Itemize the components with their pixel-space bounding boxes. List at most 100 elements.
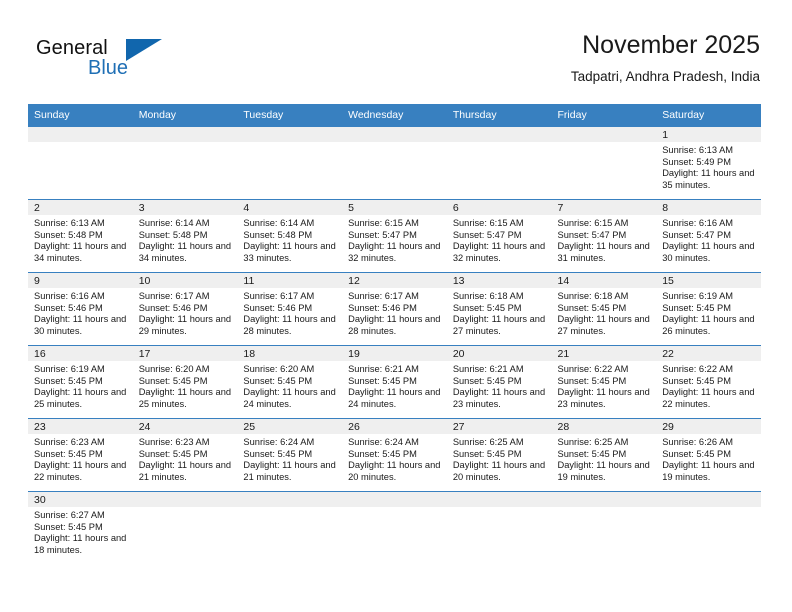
- calendar-day-cell-empty: [342, 491, 447, 564]
- day-number: 4: [237, 200, 343, 215]
- daylight-text: Daylight: 11 hours and 21 minutes.: [138, 460, 232, 482]
- daylight-text: Daylight: 11 hours and 20 minutes.: [348, 460, 441, 482]
- calendar-day-cell[interactable]: 21 Sunrise: 6:22 AM Sunset: 5:45 PM Dayligh…: [551, 345, 657, 419]
- calendar-day-cell-empty: [551, 491, 657, 564]
- calendar-day-cell[interactable]: 2 Sunrise: 6:13 AM Sunset: 5:48 PM Daylight…: [28, 199, 133, 273]
- calendar-day-cell-inner: [342, 492, 447, 564]
- calendar-day-cell[interactable]: 12 Sunrise: 6:17 AM Sunset: 5:46 PM Dayligh…: [342, 272, 447, 346]
- sunset-text: Sunset: 5:46 PM: [348, 302, 417, 313]
- calendar-day-cell[interactable]: 1 Sunrise: 6:13 AM Sunset: 5:49 PM Daylight…: [656, 127, 761, 200]
- calendar-day-cell[interactable]: 30 Sunrise: 6:27 AM Sunset: 5:45 PM Dayligh…: [28, 491, 133, 564]
- calendar-day-cell-inner: [551, 127, 657, 199]
- sunset-text: Sunset: 5:46 PM: [243, 302, 313, 313]
- calendar-day-cell-inner: [237, 127, 343, 199]
- calendar-day-cell[interactable]: 28 Sunrise: 6:25 AM Sunset: 5:45 PM Dayligh…: [551, 418, 657, 492]
- sunrise-text: Sunrise: 6:27 AM: [34, 510, 105, 520]
- day-details: Sunrise: 6:17 AM Sunset: 5:46 PM Daylight:…: [342, 288, 447, 337]
- calendar-day-cell-inner: 20 Sunrise: 6:21 AM Sunset: 5:45 PM Dayligh…: [446, 346, 552, 418]
- day-number: 27: [446, 419, 552, 434]
- sunrise-text: Sunrise: 6:17 AM: [348, 291, 419, 301]
- day-number: 7: [551, 200, 657, 215]
- calendar-day-cell[interactable]: 8 Sunrise: 6:16 AM Sunset: 5:47 PM Daylight…: [656, 199, 761, 273]
- calendar-day-cell[interactable]: 3 Sunrise: 6:14 AM Sunset: 5:48 PM Daylight…: [132, 199, 238, 273]
- daylight-text: Daylight: 11 hours and 18 minutes.: [34, 533, 127, 555]
- calendar-day-cell-inner: 9 Sunrise: 6:16 AM Sunset: 5:46 PM Daylight…: [28, 273, 133, 345]
- day-details: Sunrise: 6:15 AM Sunset: 5:47 PM Daylight:…: [552, 215, 657, 264]
- daylight-text: Daylight: 11 hours and 28 minutes.: [348, 314, 441, 336]
- day-details: Sunrise: 6:27 AM Sunset: 5:45 PM Daylight:…: [28, 507, 133, 556]
- weekday-header-wednesday: Wednesday: [342, 104, 447, 127]
- calendar-day-cell-inner: 29 Sunrise: 6:26 AM Sunset: 5:45 PM Dayligh…: [656, 419, 761, 491]
- day-details: Sunrise: 6:22 AM Sunset: 5:45 PM Daylight:…: [656, 361, 761, 410]
- calendar-day-cell-inner: 1 Sunrise: 6:13 AM Sunset: 5:49 PM Daylight…: [656, 127, 761, 199]
- general-blue-logo[interactable]: General Blue: [36, 37, 236, 89]
- calendar-day-cell[interactable]: 9 Sunrise: 6:16 AM Sunset: 5:46 PM Daylight…: [28, 272, 133, 346]
- calendar-day-cell[interactable]: 22 Sunrise: 6:22 AM Sunset: 5:45 PM Dayligh…: [656, 345, 761, 419]
- weekday-header-monday: Monday: [132, 104, 238, 127]
- calendar-day-cell[interactable]: 23 Sunrise: 6:23 AM Sunset: 5:45 PM Dayligh…: [28, 418, 133, 492]
- calendar-day-cell[interactable]: 25 Sunrise: 6:24 AM Sunset: 5:45 PM Dayligh…: [237, 418, 343, 492]
- calendar-day-cell-empty: [446, 491, 552, 564]
- calendar-day-cell-inner: 26 Sunrise: 6:24 AM Sunset: 5:45 PM Dayligh…: [342, 419, 447, 491]
- calendar-day-cell[interactable]: 10 Sunrise: 6:17 AM Sunset: 5:46 PM Dayligh…: [132, 272, 238, 346]
- sunrise-text: Sunrise: 6:19 AM: [662, 291, 734, 301]
- calendar-day-cell[interactable]: 16 Sunrise: 6:19 AM Sunset: 5:45 PM Dayligh…: [28, 345, 133, 419]
- day-details: Sunrise: 6:23 AM Sunset: 5:45 PM Daylight:…: [28, 434, 133, 483]
- day-number: 29: [656, 419, 761, 434]
- sunset-text: Sunset: 5:45 PM: [138, 448, 208, 459]
- calendar-day-cell-empty: [551, 127, 657, 200]
- calendar-day-cell[interactable]: 24 Sunrise: 6:23 AM Sunset: 5:45 PM Dayligh…: [132, 418, 238, 492]
- day-details: Sunrise: 6:16 AM Sunset: 5:47 PM Daylight:…: [656, 215, 761, 264]
- sunset-text: Sunset: 5:46 PM: [34, 302, 103, 313]
- day-number: [28, 127, 133, 142]
- day-number: 26: [342, 419, 447, 434]
- calendar-day-cell[interactable]: 11 Sunrise: 6:17 AM Sunset: 5:46 PM Dayligh…: [237, 272, 343, 346]
- day-number: [342, 492, 447, 507]
- sunset-text: Sunset: 5:45 PM: [243, 375, 313, 386]
- calendar-day-cell-inner: [551, 492, 657, 564]
- calendar-day-cell[interactable]: 13 Sunrise: 6:18 AM Sunset: 5:45 PM Dayligh…: [446, 272, 552, 346]
- daylight-text: Daylight: 11 hours and 32 minutes.: [452, 241, 546, 263]
- day-number: 22: [656, 346, 761, 361]
- sunrise-text: Sunrise: 6:16 AM: [662, 218, 734, 228]
- calendar-day-cell-inner: 22 Sunrise: 6:22 AM Sunset: 5:45 PM Dayligh…: [656, 346, 761, 418]
- calendar-day-cell[interactable]: 7 Sunrise: 6:15 AM Sunset: 5:47 PM Daylight…: [551, 199, 657, 273]
- calendar-day-cell-inner: 18 Sunrise: 6:20 AM Sunset: 5:45 PM Dayligh…: [237, 346, 343, 418]
- day-details: Sunrise: 6:15 AM Sunset: 5:47 PM Daylight:…: [447, 215, 552, 264]
- calendar-day-cell-inner: 4 Sunrise: 6:14 AM Sunset: 5:48 PM Daylight…: [237, 200, 343, 272]
- calendar-day-cell-inner: 12 Sunrise: 6:17 AM Sunset: 5:46 PM Dayligh…: [342, 273, 447, 345]
- calendar-day-cell[interactable]: 20 Sunrise: 6:21 AM Sunset: 5:45 PM Dayligh…: [446, 345, 552, 419]
- calendar-day-cell-empty: [446, 127, 552, 200]
- sunrise-text: Sunrise: 6:14 AM: [243, 218, 315, 228]
- calendar-day-cell-inner: 8 Sunrise: 6:16 AM Sunset: 5:47 PM Daylight…: [656, 200, 761, 272]
- calendar-day-cell[interactable]: 14 Sunrise: 6:18 AM Sunset: 5:45 PM Dayligh…: [551, 272, 657, 346]
- calendar-day-cell[interactable]: 15 Sunrise: 6:19 AM Sunset: 5:45 PM Dayligh…: [656, 272, 761, 346]
- calendar-day-cell[interactable]: 29 Sunrise: 6:26 AM Sunset: 5:45 PM Dayligh…: [656, 418, 761, 492]
- daylight-text: Daylight: 11 hours and 28 minutes.: [243, 314, 336, 336]
- daylight-text: Daylight: 11 hours and 19 minutes.: [557, 460, 650, 482]
- day-number: 3: [132, 200, 238, 215]
- calendar-day-cell[interactable]: 4 Sunrise: 6:14 AM Sunset: 5:48 PM Daylight…: [237, 199, 343, 273]
- day-number: 12: [342, 273, 447, 288]
- sunrise-text: Sunrise: 6:24 AM: [243, 437, 315, 447]
- day-details: Sunrise: 6:19 AM Sunset: 5:45 PM Daylight:…: [28, 361, 133, 410]
- calendar-day-cell[interactable]: 6 Sunrise: 6:15 AM Sunset: 5:47 PM Daylight…: [446, 199, 552, 273]
- calendar-day-cell-empty: [237, 491, 343, 564]
- daylight-text: Daylight: 11 hours and 21 minutes.: [243, 460, 336, 482]
- day-number: [446, 127, 552, 142]
- calendar-day-cell[interactable]: 27 Sunrise: 6:25 AM Sunset: 5:45 PM Dayligh…: [446, 418, 552, 492]
- calendar-day-cell[interactable]: 26 Sunrise: 6:24 AM Sunset: 5:45 PM Dayligh…: [342, 418, 447, 492]
- calendar-day-cell-inner: 19 Sunrise: 6:21 AM Sunset: 5:45 PM Dayligh…: [342, 346, 447, 418]
- day-number: [656, 492, 761, 507]
- calendar-day-cell[interactable]: 18 Sunrise: 6:20 AM Sunset: 5:45 PM Dayligh…: [237, 345, 343, 419]
- calendar-week-row: 9 Sunrise: 6:16 AM Sunset: 5:46 PM Daylight…: [28, 272, 761, 346]
- sunset-text: Sunset: 5:45 PM: [557, 375, 627, 386]
- calendar-day-cell[interactable]: 19 Sunrise: 6:21 AM Sunset: 5:45 PM Dayligh…: [342, 345, 447, 419]
- calendar-page: General Blue November 2025 Tadpatri, And…: [0, 0, 792, 612]
- calendar-day-cell[interactable]: 17 Sunrise: 6:20 AM Sunset: 5:45 PM Dayligh…: [132, 345, 238, 419]
- day-number: [551, 127, 657, 142]
- sunrise-text: Sunrise: 6:15 AM: [557, 218, 629, 228]
- calendar-day-cell[interactable]: 5 Sunrise: 6:15 AM Sunset: 5:47 PM Daylight…: [342, 199, 447, 273]
- day-details: Sunrise: 6:18 AM Sunset: 5:45 PM Daylight:…: [447, 288, 552, 337]
- day-number: 5: [342, 200, 447, 215]
